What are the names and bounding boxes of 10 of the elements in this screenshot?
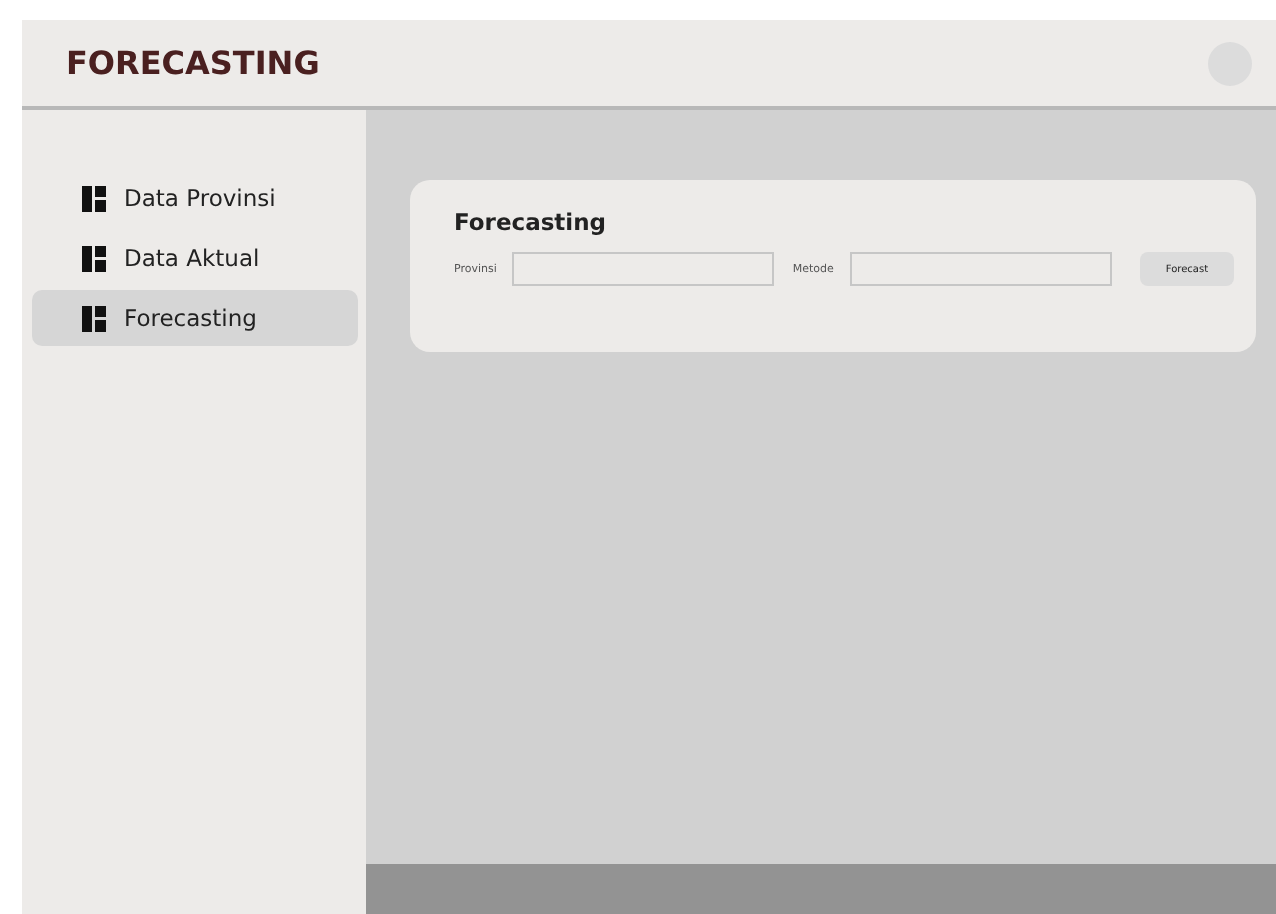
layout-icon xyxy=(82,305,106,331)
sidebar-item[interactable]: Data Provinsi xyxy=(32,170,358,226)
input-field[interactable] xyxy=(512,252,775,286)
layout-icon xyxy=(82,245,106,271)
app-title: FORECASTING xyxy=(66,44,320,82)
sidebar-item[interactable]: Forecasting xyxy=(32,290,358,346)
input-field[interactable] xyxy=(849,252,1112,286)
card-title: Forecasting xyxy=(454,208,609,236)
layout-icon xyxy=(82,185,106,211)
sidebar-item[interactable]: Data Aktual xyxy=(32,230,358,286)
